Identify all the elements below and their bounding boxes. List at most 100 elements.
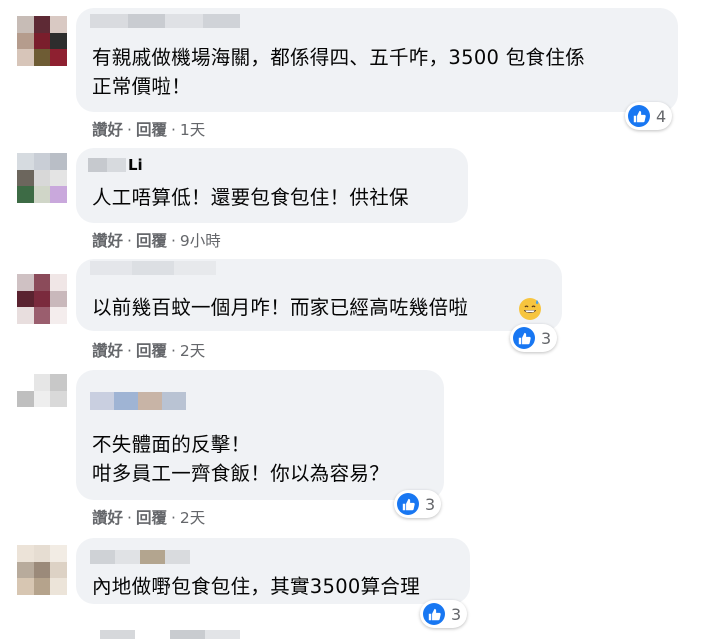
- thumbs-up-icon: [423, 603, 445, 625]
- avatar-pixel: [17, 390, 34, 408]
- comment-bubble: Li 人工唔算低！還要包食包住！供社保: [76, 148, 468, 223]
- avatar-pixel: [33, 407, 51, 424]
- separator: ·: [127, 232, 132, 250]
- comment-bubble: 不失體面的反擊！ 咁多員工一齊食飯！你以為容易？: [76, 370, 444, 500]
- separator: ·: [127, 342, 132, 360]
- like-link[interactable]: 讚好: [92, 121, 123, 139]
- avatar-pixel: [33, 307, 51, 324]
- avatar-pixel: [50, 578, 67, 595]
- separator: ·: [127, 509, 132, 527]
- avatar-pixel: [50, 186, 67, 203]
- avatar-pixel: [17, 32, 34, 50]
- like-link[interactable]: 讚好: [92, 509, 123, 527]
- separator: ·: [170, 121, 176, 139]
- timestamp-link[interactable]: 9小時: [180, 232, 221, 250]
- separator: ·: [170, 509, 176, 527]
- avatar-pixel: [33, 290, 51, 308]
- author-name-blurred[interactable]: [90, 550, 190, 564]
- avatar[interactable]: [17, 274, 67, 324]
- avatar-pixel: [33, 274, 51, 291]
- author-name-blurred[interactable]: [90, 14, 240, 28]
- reply-link[interactable]: 回覆: [136, 342, 167, 360]
- avatar-pixel: [17, 16, 34, 33]
- reaction-summary[interactable]: 3: [420, 600, 468, 628]
- separator: ·: [127, 121, 132, 139]
- comment-text: 有親戚做機場海關，都係得四、五千咋，3500 包食住係 正常價啦！: [92, 46, 585, 98]
- avatar-pixel: [17, 374, 34, 391]
- avatar-pixel: [50, 49, 67, 66]
- avatar-pixel: [50, 407, 67, 424]
- avatar[interactable]: [17, 545, 67, 595]
- reaction-count: 3: [541, 328, 552, 348]
- comment-text: 不失體面的反擊！ 咁多員工一齊食飯！你以為容易？: [92, 433, 390, 485]
- reaction-count: 4: [656, 106, 667, 126]
- avatar[interactable]: [17, 153, 67, 203]
- avatar-pixel: [33, 374, 51, 391]
- timestamp-link[interactable]: 2天: [180, 509, 205, 527]
- avatar-pixel: [17, 578, 34, 595]
- avatar-pixel: [17, 49, 34, 66]
- avatar-pixel: [33, 32, 51, 50]
- author-name-blurred[interactable]: [90, 392, 186, 410]
- comment-text: 內地做嘢包食包住，其實3500算合理: [92, 575, 421, 598]
- avatar-pixel: [17, 153, 34, 170]
- avatar-pixel: [50, 307, 67, 324]
- reply-link[interactable]: 回覆: [136, 509, 167, 527]
- thumbs-up-icon: [513, 327, 535, 349]
- avatar[interactable]: [17, 374, 67, 424]
- avatar-pixel: [50, 274, 67, 291]
- thumbs-up-icon: [397, 493, 419, 515]
- reaction-count: 3: [451, 604, 462, 624]
- avatar-pixel: [33, 561, 51, 579]
- avatar-pixel: [33, 153, 51, 170]
- separator: ·: [170, 342, 176, 360]
- avatar-pixel: [33, 578, 51, 595]
- avatar-pixel: [50, 390, 67, 408]
- grinning-sweat-emoji-icon: [519, 298, 541, 320]
- avatar-pixel: [50, 545, 67, 562]
- author-name-blurred[interactable]: [90, 261, 216, 275]
- reaction-summary[interactable]: 3: [510, 324, 558, 352]
- avatar-pixel: [33, 49, 51, 66]
- author-name-blurred[interactable]: [88, 158, 126, 172]
- comment-bubble: 內地做嘢包食包住，其實3500算合理: [76, 538, 470, 604]
- avatar-pixel: [50, 290, 67, 308]
- comment-actions: 讚好 · 回覆 · 2天: [92, 339, 205, 361]
- avatar-pixel: [17, 561, 34, 579]
- reaction-count: 3: [425, 494, 436, 514]
- timestamp-link[interactable]: 1天: [180, 121, 205, 139]
- like-link[interactable]: 讚好: [92, 232, 123, 250]
- avatar-pixel: [50, 16, 67, 33]
- avatar-pixel: [17, 290, 34, 308]
- comment-bubble: 有親戚做機場海關，都係得四、五千咋，3500 包食住係 正常價啦！: [76, 8, 678, 112]
- avatar-pixel: [33, 169, 51, 187]
- comment-actions: 讚好 · 回覆 · 9小時: [92, 229, 221, 251]
- avatar-pixel: [33, 16, 51, 33]
- comment-actions: 讚好 · 回覆 · 2天: [92, 506, 205, 528]
- separator: ·: [170, 232, 176, 250]
- avatar-pixel: [50, 561, 67, 579]
- avatar[interactable]: [17, 16, 67, 66]
- reaction-summary[interactable]: 4: [625, 102, 673, 130]
- avatar-pixel: [50, 374, 67, 391]
- avatar-pixel: [33, 186, 51, 203]
- author-name[interactable]: Li: [128, 156, 143, 174]
- reply-link[interactable]: 回覆: [136, 121, 167, 139]
- avatar-pixel: [17, 169, 34, 187]
- avatar-pixel: [17, 307, 34, 324]
- avatar-pixel: [17, 274, 34, 291]
- reaction-summary[interactable]: 3: [394, 490, 442, 518]
- thumbs-up-icon: [628, 105, 650, 127]
- like-link[interactable]: 讚好: [92, 342, 123, 360]
- timestamp-link[interactable]: 2天: [180, 342, 205, 360]
- reply-link[interactable]: 回覆: [136, 232, 167, 250]
- comment-text: 人工唔算低！還要包食包住！供社保: [92, 186, 409, 209]
- actions-blurred: [100, 630, 240, 639]
- avatar-pixel: [33, 545, 51, 562]
- avatar-pixel: [50, 169, 67, 187]
- avatar-pixel: [17, 186, 34, 203]
- avatar-pixel: [50, 153, 67, 170]
- avatar-pixel: [17, 407, 34, 424]
- comment-text: 以前幾百蚊一個月咋！而家已經高咗幾倍啦: [92, 296, 469, 319]
- avatar-pixel: [17, 545, 34, 562]
